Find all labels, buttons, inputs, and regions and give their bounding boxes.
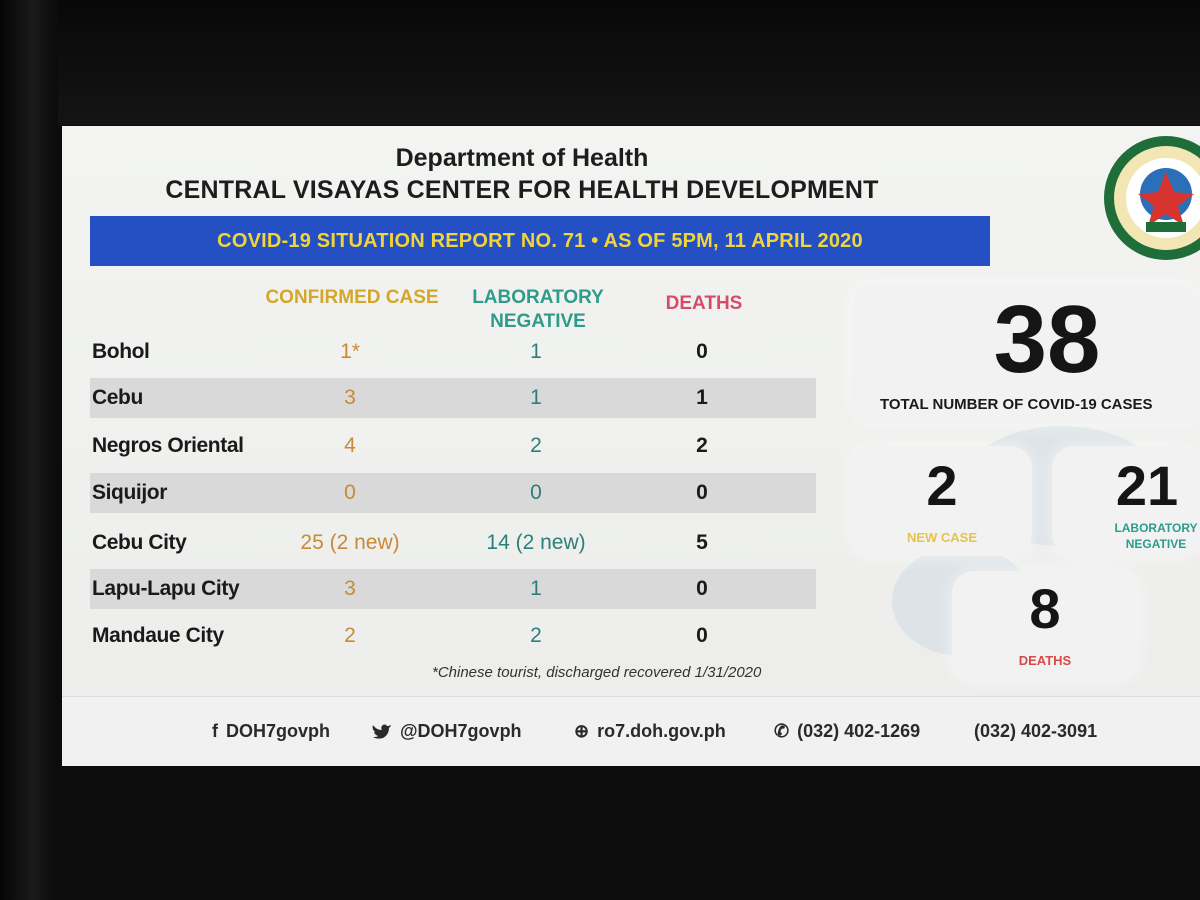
deaths-value: 0 [696, 624, 708, 647]
deaths-value: 0 [696, 481, 708, 504]
phone-icon: ✆ [774, 721, 790, 741]
monitor-bezel-top [0, 0, 1200, 125]
table-row: Cebu City 25 (2 new) 14 (2 new) 5 [90, 523, 816, 563]
report-banner: COVID-19 SITUATION REPORT NO. 71 • AS OF… [90, 216, 990, 266]
deaths-total-value: 8 [1029, 577, 1061, 640]
confirmed-value: 4 [344, 434, 356, 457]
table-row: Bohol 1* 1 0 [90, 332, 816, 372]
column-header-deaths: DEATHS [665, 293, 743, 314]
confirmed-value: 2 [344, 624, 356, 647]
province-name: Siquijor [92, 481, 167, 504]
column-header-confirmed: CONFIRMED CASE [265, 287, 439, 308]
confirmed-value: 3 [344, 386, 356, 409]
new-case-card: 2 NEW CASE [852, 446, 1032, 556]
page-title: Department of Health [395, 144, 649, 172]
deaths-value: 5 [696, 531, 708, 554]
new-case-label: NEW CASE [906, 530, 978, 545]
monitor-bezel-left [0, 0, 58, 900]
table-row: Lapu-Lapu City 3 1 0 [90, 569, 816, 609]
phone-contact: ✆ (032) 402-1269 [774, 721, 920, 742]
table-footnote: *Chinese tourist, discharged recovered 1… [432, 664, 762, 681]
facebook-handle: DOH7govph [226, 721, 331, 741]
phone-number-1: (032) 402-1269 [797, 721, 921, 741]
confirmed-value: 3 [344, 577, 356, 600]
website-link[interactable]: ⊕ ro7.doh.gov.ph [574, 721, 726, 742]
deaths-value: 0 [696, 340, 708, 363]
website-url: ro7.doh.gov.ph [597, 721, 726, 741]
footer-bar: f DOH7govph @DOH7govph ⊕ ro7.doh.gov.ph ✆ (… [62, 696, 1200, 766]
province-name: Bohol [92, 340, 150, 363]
lab-negative-label-line2: NEGATIVE [1125, 537, 1187, 551]
total-cases-value: 38 [993, 286, 1101, 393]
table-row: Cebu 3 1 1 [90, 378, 816, 418]
report-banner-text: COVID-19 SITUATION REPORT NO. 71 • AS OF… [217, 229, 863, 252]
deaths-label: DEATHS [1018, 653, 1072, 668]
table-row: Mandaue City 2 2 0 [90, 616, 816, 656]
twitter-link[interactable]: @DOH7govph [372, 721, 522, 742]
phone-contact-2: (032) 402-3091 [974, 721, 1097, 742]
province-name: Cebu [92, 386, 143, 409]
new-case-value: 2 [926, 454, 958, 517]
lab-negative-label: LABORATORY NEGATIVE [1096, 520, 1200, 552]
deaths-value: 1 [696, 386, 708, 409]
twitter-icon [372, 724, 391, 739]
facebook-link[interactable]: f DOH7govph [212, 721, 330, 742]
deaths-value: 2 [696, 434, 708, 457]
province-name: Cebu City [92, 531, 187, 554]
facebook-icon: f [212, 721, 218, 741]
confirmed-value: 1* [340, 340, 360, 363]
twitter-handle: @DOH7govph [400, 721, 522, 741]
lab-negative-label-line1: LABORATORY [1114, 521, 1198, 535]
deaths-value: 0 [696, 577, 708, 600]
lab-negative-total-value: 21 [1115, 454, 1179, 517]
confirmed-value: 0 [344, 481, 356, 504]
lab-negative-card: 21 LABORATORY NEGATIVE [1052, 446, 1200, 556]
province-name: Lapu-Lapu City [92, 577, 240, 600]
total-cases-label: TOTAL NUMBER OF COVID-19 CASES [880, 396, 1153, 413]
total-cases-card: 38 TOTAL NUMBER OF COVID-19 CASES [852, 284, 1200, 424]
deaths-card: 8 DEATHS [952, 571, 1138, 681]
phone-number-2: (032) 402-3091 [974, 721, 1098, 741]
table-row: Negros Oriental 4 2 2 [90, 426, 816, 466]
globe-icon: ⊕ [574, 721, 590, 741]
confirmed-value: 25 (2 new) [300, 531, 400, 554]
report-screen: Department of Health CENTRAL VISAYAS CEN… [62, 126, 1200, 766]
province-name: Negros Oriental [92, 434, 244, 457]
table-row: Siquijor 0 0 0 [90, 473, 816, 513]
province-name: Mandaue City [92, 624, 224, 647]
column-header-lab-negative: LABORATORY NEGATIVE [472, 287, 604, 332]
page-subtitle: CENTRAL VISAYAS CENTER FOR HEALTH DEVELO… [165, 176, 879, 204]
seal-icon [1104, 136, 1200, 260]
